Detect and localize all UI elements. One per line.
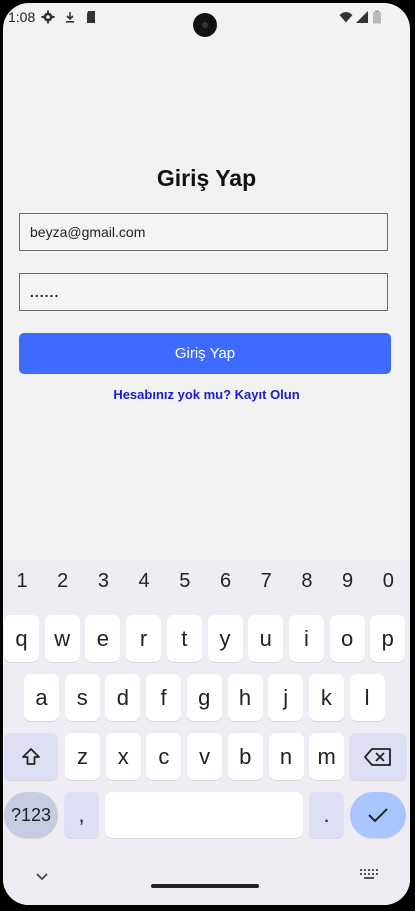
letter-key[interactable]: u (248, 615, 284, 662)
letter-key[interactable]: a (24, 674, 59, 721)
letter-key[interactable]: s (64, 674, 100, 721)
number-key[interactable]: 1 (3, 570, 42, 593)
letter-key[interactable]: h (227, 674, 263, 721)
register-link[interactable]: Hesabınız yok mu? Kayıt Olun (3, 387, 410, 402)
letter-key[interactable]: g (186, 674, 222, 721)
backspace-icon (364, 747, 391, 766)
backspace-key[interactable] (349, 733, 407, 780)
number-key[interactable]: 2 (43, 570, 83, 593)
number-key[interactable]: 0 (368, 570, 408, 593)
letter-key-label: p (381, 625, 394, 651)
keyboard-switch-icon[interactable] (360, 869, 378, 881)
page-title: Giriş Yap (156, 165, 257, 191)
letter-key-label: s (76, 684, 88, 710)
letter-key[interactable]: t (166, 615, 202, 662)
letter-key[interactable]: r (126, 615, 162, 662)
letter-key[interactable]: z (65, 733, 100, 780)
shift-key[interactable] (4, 733, 58, 780)
letter-key-label: q (15, 625, 28, 651)
comma-key[interactable]: , (64, 792, 99, 838)
number-key[interactable]: 5 (165, 570, 205, 593)
number-key[interactable]: 9 (328, 570, 368, 593)
shift-icon (22, 747, 40, 765)
letter-key[interactable]: p (370, 615, 406, 662)
letter-key-label: z (77, 743, 88, 769)
wifi-icon (339, 12, 353, 23)
number-key[interactable]: 7 (246, 570, 286, 593)
period-key-label: . (323, 802, 330, 827)
letter-key-label: h (238, 684, 252, 710)
sd-card-icon (87, 11, 95, 23)
download-icon (66, 12, 74, 23)
number-key[interactable]: 4 (124, 570, 164, 593)
letter-key-label: g (198, 684, 211, 710)
login-button[interactable]: Giriş Yap (19, 333, 391, 374)
letter-key-label: i (303, 625, 309, 651)
home-gesture-pill[interactable] (151, 884, 259, 888)
letter-key-label: f (160, 684, 167, 710)
front-camera (193, 13, 217, 37)
letter-key-label: d (116, 684, 130, 710)
letter-key-label: n (279, 743, 293, 769)
letter-key-label: y (219, 625, 231, 651)
letter-key-label: b (239, 743, 252, 769)
letter-key[interactable]: m (309, 733, 345, 780)
navigation-bar (3, 859, 410, 905)
letter-key-label: c (158, 743, 170, 769)
letter-key-label: k (320, 684, 332, 710)
letter-key-label: v (199, 743, 211, 769)
letter-key[interactable]: o (329, 615, 365, 662)
letter-key[interactable]: k (308, 674, 344, 721)
letter-key[interactable]: v (187, 733, 223, 780)
enter-check-icon (368, 808, 388, 823)
number-key[interactable]: 3 (83, 570, 123, 593)
period-key[interactable]: . (309, 792, 344, 838)
number-key[interactable]: 6 (206, 570, 246, 593)
letter-key[interactable]: l (349, 674, 385, 721)
comma-key-label: , (78, 802, 85, 827)
letter-key-label: r (139, 625, 148, 651)
letter-key[interactable]: e (85, 615, 121, 662)
soft-keyboard: 1234567890 qwertyuiop asdfghjkl zxcvbnm … (3, 560, 410, 905)
email-field[interactable] (19, 213, 388, 251)
letter-key-label: x (117, 743, 129, 769)
letter-key-label: w (54, 625, 71, 651)
status-time: 1:08 (8, 9, 36, 25)
letter-key[interactable]: y (207, 615, 243, 662)
password-field[interactable] (19, 273, 388, 311)
symbols-key[interactable]: ?123 (4, 792, 58, 838)
screen: 1:08 Giriş Yap beyza@gmail.com ...... Gi… (3, 3, 410, 905)
letter-key[interactable]: j (268, 674, 304, 721)
space-key[interactable] (105, 792, 303, 838)
letter-key[interactable]: q (4, 615, 39, 662)
letter-key-label: o (340, 625, 354, 651)
settings-icon (41, 10, 55, 24)
letter-key[interactable]: f (146, 674, 182, 721)
letter-key[interactable]: w (44, 615, 80, 662)
letter-key-label: a (35, 684, 48, 710)
letter-key[interactable]: i (288, 615, 324, 662)
letter-key[interactable]: x (105, 733, 141, 780)
letter-key-label: u (259, 625, 272, 651)
letter-key-label: e (96, 625, 110, 651)
battery-icon (373, 10, 381, 24)
symbols-key-label: ?123 (10, 804, 52, 825)
phone-frame: 1:08 Giriş Yap beyza@gmail.com ...... Gi… (0, 0, 415, 911)
letter-key[interactable]: d (105, 674, 141, 721)
number-key[interactable]: 8 (287, 570, 327, 593)
letter-key-label: t (181, 625, 188, 651)
letter-key-label: m (317, 743, 336, 769)
signal-icon (356, 11, 368, 23)
number-row: 1234567890 (3, 570, 410, 600)
letter-key[interactable]: b (227, 733, 263, 780)
letter-key-label: l (364, 684, 370, 710)
enter-key[interactable] (350, 792, 406, 838)
keyboard-hide-icon[interactable] (36, 871, 48, 881)
letter-key[interactable]: n (268, 733, 304, 780)
letter-key-label: j (283, 684, 289, 710)
letter-key[interactable]: c (146, 733, 182, 780)
